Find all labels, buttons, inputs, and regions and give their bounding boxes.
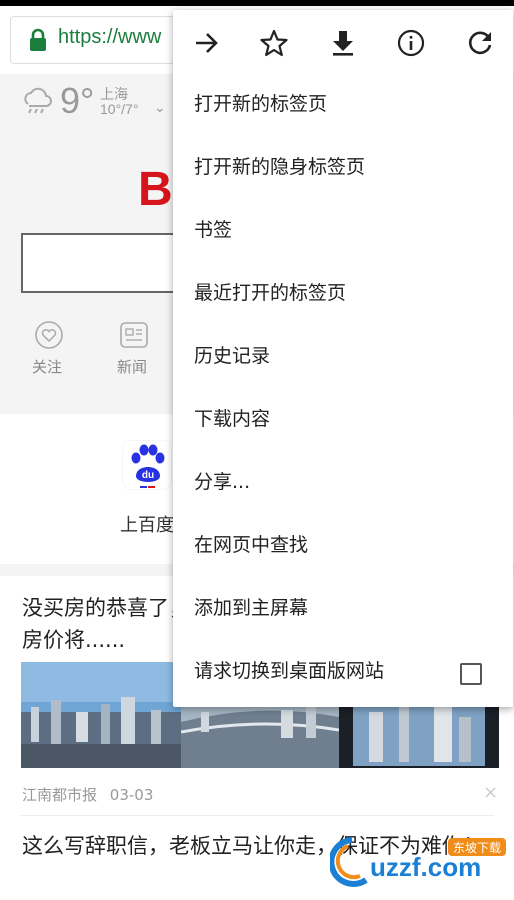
star-icon[interactable]	[259, 28, 289, 58]
chevron-down-icon[interactable]: ⌄	[154, 100, 166, 116]
info-icon[interactable]	[396, 28, 426, 58]
nav-label-news[interactable]: 新闻	[117, 356, 147, 377]
app-label[interactable]: 上百度	[120, 511, 174, 537]
menu-item-recent-tabs[interactable]: 最近打开的标签页	[173, 262, 513, 325]
svg-text:du: du	[142, 470, 154, 481]
overflow-menu: 打开新的标签页 打开新的隐身标签页 书签 最近打开的标签页 历史记录 下载内容 …	[173, 10, 513, 707]
url-text[interactable]: https://www	[58, 26, 161, 49]
menu-item-history[interactable]: 历史记录	[173, 325, 513, 388]
news-source: 江南都市报 03-03	[22, 784, 153, 805]
menu-item-new-tab[interactable]: 打开新的标签页	[173, 73, 513, 136]
menu-item-bookmarks[interactable]: 书签	[173, 199, 513, 262]
temperature: 9°	[60, 80, 95, 121]
menu-icon-row	[173, 10, 513, 74]
news-date: 03-03	[109, 786, 154, 804]
close-icon[interactable]: ×	[483, 782, 498, 803]
search-input[interactable]	[21, 233, 191, 293]
forward-icon[interactable]	[191, 28, 221, 58]
menu-item-add-to-home-screen[interactable]: 添加到主屏幕	[173, 577, 513, 640]
menu-item-find-in-page[interactable]: 在网页中查找	[173, 514, 513, 577]
refresh-icon[interactable]	[465, 28, 495, 58]
svg-text:东坡下载: 东坡下载	[453, 841, 501, 855]
baidu-logo: B	[138, 163, 173, 216]
desktop-site-checkbox[interactable]	[460, 663, 482, 685]
heart-icon[interactable]	[34, 320, 64, 350]
news-photo[interactable]	[21, 662, 181, 768]
source-name: 江南都市报	[22, 786, 98, 804]
news-icon[interactable]	[119, 320, 149, 350]
nav-label-follow[interactable]: 关注	[32, 356, 62, 377]
divider	[20, 815, 494, 816]
uzzf-watermark: uzzf.com 东坡下载	[330, 837, 506, 887]
svg-text:uzzf.com: uzzf.com	[370, 852, 481, 882]
menu-item-new-incognito-tab[interactable]: 打开新的隐身标签页	[173, 136, 513, 199]
lock-icon	[30, 28, 46, 51]
download-icon[interactable]	[328, 28, 358, 58]
baidu-app-icon[interactable]: du	[122, 440, 172, 490]
menu-item-share[interactable]: 分享...	[173, 451, 513, 514]
menu-item-downloads[interactable]: 下载内容	[173, 388, 513, 451]
temperature-range: 10°/7°	[100, 101, 139, 117]
rain-cloud-icon	[24, 87, 52, 114]
